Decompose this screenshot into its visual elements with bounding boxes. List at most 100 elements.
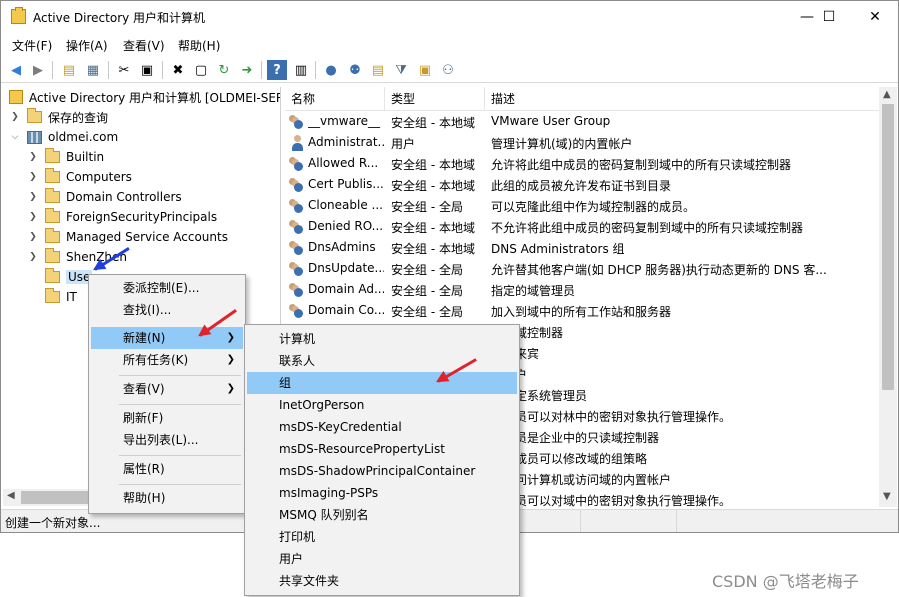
delete-icon[interactable]: ✖ xyxy=(168,60,188,80)
group-icon xyxy=(289,303,305,319)
cell-type: 安全组 - 全局 xyxy=(391,305,463,319)
submenu-item-msds-keycredential[interactable]: msDS-KeyCredential xyxy=(247,416,517,438)
new-group-icon[interactable]: ⚉ xyxy=(345,60,365,80)
tree-item-users[interactable]: Use xyxy=(27,267,93,287)
menu-file[interactable]: 文件(F) xyxy=(12,37,52,54)
scroll-left-icon[interactable]: ◀ xyxy=(7,490,15,501)
table-row[interactable]: DnsUpdate... 安全组 - 全局 允许替其他客户端(如 DHCP 服务器)… xyxy=(285,259,879,280)
maximize-button[interactable]: ☐ xyxy=(806,1,852,33)
column-header-description[interactable]: 描述 xyxy=(485,87,879,111)
submenu-item-shared-folder[interactable]: 共享文件夹 xyxy=(247,570,517,592)
cut-icon[interactable]: ✂ xyxy=(114,60,134,80)
menu-item-view[interactable]: 查看(V) ❯ xyxy=(91,378,243,400)
tree-root-label: Active Directory 用户和计算机 [OLDMEI-SER xyxy=(29,90,281,105)
menu-item-find[interactable]: 查找(I)... xyxy=(91,299,243,321)
table-row[interactable]: Denied RO... 安全组 - 本地域 不允许将此组中成员的密码复制到域中的所… xyxy=(285,217,879,238)
submenu-item-group[interactable]: 组 xyxy=(247,372,517,394)
toolbar-separator xyxy=(108,61,109,79)
table-row[interactable]: __vmware__ 安全组 - 本地域 VMware User Group xyxy=(285,112,879,133)
expand-icon[interactable]: ❯ xyxy=(27,172,39,182)
submenu-item-inetorgperson[interactable]: InetOrgPerson xyxy=(247,394,517,416)
tree-item-label: Builtin xyxy=(66,150,105,164)
scroll-thumb[interactable] xyxy=(882,104,894,390)
tree-item-managed-service-accounts[interactable]: ❯ Managed Service Accounts xyxy=(27,227,228,247)
new-ou-icon[interactable]: ▤ xyxy=(368,60,388,80)
show-tree-icon[interactable]: ▦ xyxy=(83,60,103,80)
cell-description: 的成员可以对林中的密钥对象执行管理操作。 xyxy=(491,410,732,424)
menu-item-label: 刷新(F) xyxy=(123,411,164,425)
tree-item-domain-controllers[interactable]: ❯ Domain Controllers xyxy=(27,187,182,207)
table-row[interactable]: Domain Ad... 安全组 - 全局 指定的域管理员 xyxy=(285,280,879,301)
cell-description: DNS Administrators 组 xyxy=(491,242,625,256)
menu-item-label: 联系人 xyxy=(279,354,316,368)
expand-icon[interactable]: ❯ xyxy=(9,112,21,122)
table-row[interactable]: DnsAdmins 安全组 - 本地域 DNS Administrators 组 xyxy=(285,238,879,259)
submenu-item-printer[interactable]: 打印机 xyxy=(247,526,517,548)
submenu-item-msds-resourcepropertylist[interactable]: msDS-ResourcePropertyList xyxy=(247,438,517,460)
tree-item-it[interactable]: IT xyxy=(27,287,77,307)
tree-item-builtin[interactable]: ❯ Builtin xyxy=(27,147,104,167)
tree-item-label: 保存的查询 xyxy=(48,110,109,125)
menu-item-delegate-control[interactable]: 委派控制(E)... xyxy=(91,277,243,299)
up-folder-icon[interactable]: ▤ xyxy=(59,60,79,80)
tree-item-saved-queries[interactable]: ❯ 保存的查询 xyxy=(9,107,108,127)
column-header-type[interactable]: 类型 xyxy=(385,87,485,111)
menu-action[interactable]: 操作(A) xyxy=(66,37,108,54)
collapse-icon[interactable]: ⌵ xyxy=(9,132,21,142)
menu-item-new[interactable]: 新建(N) ❯ xyxy=(91,327,243,349)
properties-icon[interactable]: ▢ xyxy=(191,60,211,80)
close-button[interactable]: ✕ xyxy=(852,1,898,33)
menu-item-help[interactable]: 帮助(H) xyxy=(91,487,243,509)
table-row[interactable]: Administrat... 用户 管理计算机(域)的内置帐户 xyxy=(285,133,879,154)
submenu-item-user[interactable]: 用户 xyxy=(247,548,517,570)
tree-item-domain[interactable]: ⌵ oldmei.com xyxy=(9,127,119,147)
cell-name: DnsUpdate... xyxy=(308,261,384,275)
menu-help[interactable]: 帮助(H) xyxy=(178,37,220,54)
submenu-item-msmq-queue-alias[interactable]: MSMQ 队列别名 xyxy=(247,504,517,526)
table-row[interactable]: Cloneable ... 安全组 - 全局 可以克隆此组中作为域控制器的成员。 xyxy=(285,196,879,217)
new-user-icon[interactable]: ● xyxy=(321,60,341,80)
console-icon[interactable]: ▥ xyxy=(291,60,311,80)
expand-icon[interactable]: ❯ xyxy=(27,152,39,162)
refresh-icon[interactable]: ↻ xyxy=(214,60,234,80)
folder-icon xyxy=(45,168,60,183)
menu-item-label: 所有任务(K) xyxy=(123,353,189,367)
table-row[interactable]: Allowed R... 安全组 - 本地域 允许将此组中成员的密码复制到域中的所有… xyxy=(285,154,879,175)
table-row[interactable]: Domain Co... 安全组 - 全局 加入到域中的所有工作站和服务器 xyxy=(285,301,879,322)
cell-description: 管理计算机(域)的内置帐户 xyxy=(491,137,633,151)
menu-item-label: msDS-ResourcePropertyList xyxy=(279,442,445,456)
menu-separator xyxy=(119,404,241,405)
menu-item-all-tasks[interactable]: 所有任务(K) ❯ xyxy=(91,349,243,371)
forward-icon[interactable]: ▶ xyxy=(28,60,48,80)
filter-icon[interactable]: ⧩ xyxy=(391,60,411,80)
tree-item-foreign-security-principals[interactable]: ❯ ForeignSecurityPrincipals xyxy=(27,207,217,227)
find-icon[interactable]: ▣ xyxy=(415,60,435,80)
cell-description: 的指定系统管理员 xyxy=(491,389,588,403)
menu-item-label: MSMQ 队列别名 xyxy=(279,508,369,522)
scroll-up-icon[interactable]: ▲ xyxy=(883,89,891,100)
tree-item-computers[interactable]: ❯ Computers xyxy=(27,167,132,187)
tree-root[interactable]: Active Directory 用户和计算机 [OLDMEI-SER xyxy=(9,87,281,107)
column-header-name[interactable]: 名称 xyxy=(285,87,385,111)
expand-icon[interactable]: ❯ xyxy=(27,212,39,222)
submenu-item-msimaging-psps[interactable]: msImaging-PSPs xyxy=(247,482,517,504)
menu-item-refresh[interactable]: 刷新(F) xyxy=(91,407,243,429)
table-row[interactable]: Cert Publis... 安全组 - 本地域 此组的成员被允许发布证书到目录 xyxy=(285,175,879,196)
submenu-item-computer[interactable]: 计算机 xyxy=(247,328,517,350)
add-to-group-icon[interactable]: ⚇ xyxy=(438,60,458,80)
help-icon[interactable]: ? xyxy=(267,60,287,80)
paste-icon[interactable]: ▣ xyxy=(137,60,157,80)
back-icon[interactable]: ◀ xyxy=(6,60,26,80)
menu-item-export-list[interactable]: 导出列表(L)... xyxy=(91,429,243,451)
expand-icon[interactable]: ❯ xyxy=(27,252,39,262)
menu-view[interactable]: 查看(V) xyxy=(123,37,165,54)
export-icon[interactable]: ➜ xyxy=(237,60,257,80)
menu-item-properties[interactable]: 属性(R) xyxy=(91,458,243,480)
submenu-item-msds-shadowprincipalcontainer[interactable]: msDS-ShadowPrincipalContainer xyxy=(247,460,517,482)
expand-icon[interactable]: ❯ xyxy=(27,232,39,242)
context-menu: 委派控制(E)... 查找(I)... 新建(N) ❯ 所有任务(K) ❯ 查看(V… xyxy=(88,274,246,514)
tree-item-label: ForeignSecurityPrincipals xyxy=(66,210,218,224)
expand-icon[interactable]: ❯ xyxy=(27,192,39,202)
scroll-down-icon[interactable]: ▼ xyxy=(883,491,891,502)
list-vertical-scrollbar[interactable]: ▲ ▼ xyxy=(879,87,897,507)
